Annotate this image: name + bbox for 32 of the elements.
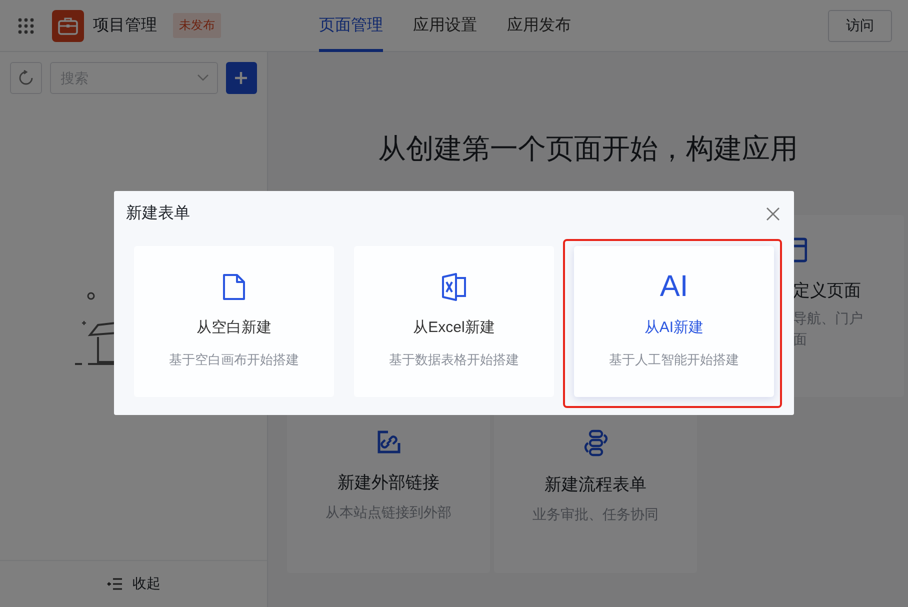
card-description: 导航、门户 bbox=[793, 309, 863, 328]
card-description: 面 bbox=[793, 330, 807, 349]
dialog-title: 新建表单 bbox=[126, 204, 190, 224]
apps-menu-icon[interactable] bbox=[18, 18, 34, 34]
refresh-icon bbox=[18, 70, 34, 86]
collapse-icon bbox=[106, 577, 122, 591]
close-icon[interactable] bbox=[765, 206, 781, 222]
nav-tab[interactable]: 应用设置 bbox=[413, 0, 477, 52]
window-icon bbox=[793, 237, 807, 263]
app-logo bbox=[52, 10, 84, 42]
app-title: 项目管理 bbox=[93, 16, 157, 36]
create-option[interactable]: 从空白新建 基于空白画布开始搭建 bbox=[134, 246, 334, 397]
create-option[interactable]: 从Excel新建 基于数据表格开始搭建 bbox=[354, 246, 554, 397]
add-button[interactable] bbox=[226, 62, 257, 94]
card-title: 定义页面 bbox=[793, 280, 861, 302]
card-description: 从本站点链接到外部 bbox=[326, 503, 452, 522]
plus-icon bbox=[234, 71, 248, 85]
page-heading: 从创建第一个页面开始，构建应用 bbox=[377, 132, 799, 166]
nav-tab[interactable]: 页面管理 bbox=[319, 0, 383, 52]
card-title: 新建流程表单 bbox=[544, 474, 646, 496]
status-badge: 未发布 bbox=[173, 13, 221, 38]
document-icon bbox=[222, 273, 246, 301]
link-icon bbox=[376, 429, 402, 455]
card-title: 新建外部链接 bbox=[338, 472, 440, 494]
refresh-button[interactable] bbox=[10, 62, 42, 94]
create-option[interactable]: AI 从AI新建 基于人工智能开始搭建 bbox=[574, 246, 774, 397]
ai-icon: AI bbox=[660, 272, 688, 302]
card-description: 业务审批、任务协同 bbox=[532, 505, 658, 524]
visit-button[interactable]: 访问 bbox=[828, 10, 892, 42]
spreadsheet-icon bbox=[441, 273, 467, 301]
nav-tab[interactable]: 应用发布 bbox=[507, 0, 571, 52]
caret-icon bbox=[196, 74, 209, 82]
